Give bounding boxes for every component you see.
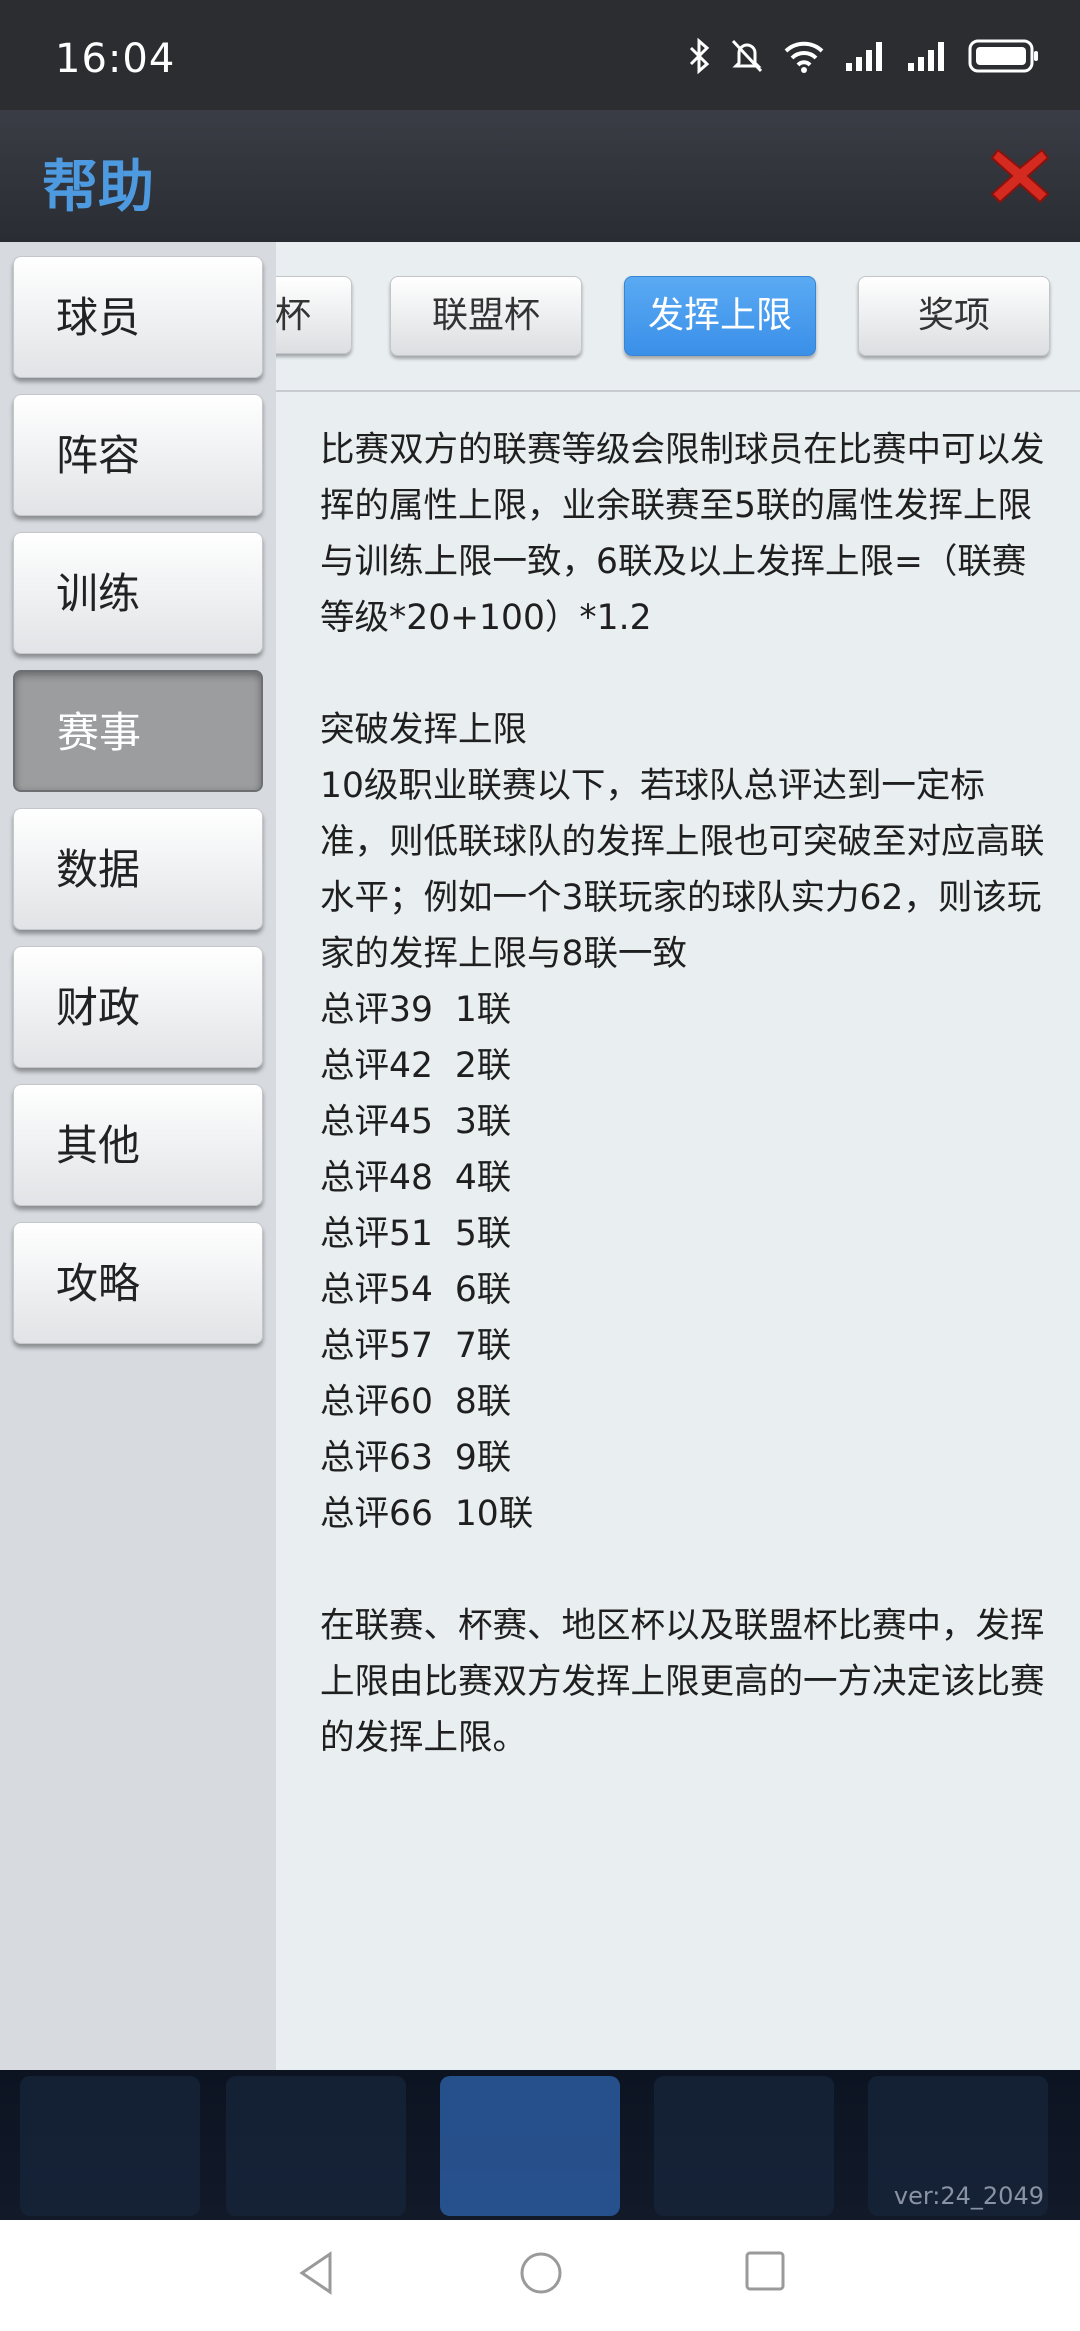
threshold-row: 总评60 8联 [320,1382,512,1422]
game-nav-slot[interactable] [226,2076,406,2216]
game-nav-slot[interactable] [20,2076,200,2216]
recents-icon [745,2251,785,2291]
tab-strip[interactable]: 杯 联盟杯 发挥上限 奖项 [276,242,1080,392]
status-icons [688,38,1040,74]
version-label: ver:24_2049 [893,2182,1044,2210]
game-nav-slot[interactable] [440,2076,620,2216]
status-bar: 16:04 [0,0,1080,110]
tab-league-cup[interactable]: 联盟杯 [390,276,582,356]
sidebar-item-training[interactable]: 训练 [13,532,263,654]
help-content: 比赛双方的联赛等级会限制球员在比赛中可以发挥的属性上限，业余联赛至5联的属性发挥… [320,422,1050,1766]
threshold-row: 总评66 10联 [320,1494,534,1534]
tab-awards[interactable]: 奖项 [858,276,1050,356]
help-panel: 球员 阵容 训练 赛事 数据 财政 其他 攻略 杯 联盟杯 发挥上限 奖项 比赛… [0,242,1080,2070]
system-nav-bar [0,2220,1080,2331]
section-text: 10级职业联赛以下，若球队总评达到一定标准，则低联球队的发挥上限也可突破至对应高… [320,766,1045,974]
section-title: 突破发挥上限 [320,710,527,750]
threshold-row: 总评54 6联 [320,1270,512,1310]
threshold-row: 总评45 3联 [320,1102,512,1142]
sidebar-item-guide[interactable]: 攻略 [13,1222,263,1344]
back-button[interactable] [296,2250,336,2300]
home-button[interactable] [518,2250,564,2300]
closing-text: 在联赛、杯赛、地区杯以及联盟杯比赛中，发挥上限由比赛双方发挥上限更高的一方决定该… [320,1606,1045,1758]
threshold-row: 总评51 5联 [320,1214,512,1254]
help-sidebar: 球员 阵容 训练 赛事 数据 财政 其他 攻略 [0,242,276,2070]
signal-icon [846,42,882,71]
sidebar-item-other[interactable]: 其他 [13,1084,263,1206]
signal-icon [908,42,944,71]
game-nav-slot[interactable] [654,2076,834,2216]
home-icon [520,2252,562,2294]
mute-icon [731,39,763,73]
back-icon [299,2251,332,2295]
status-time: 16:04 [55,36,176,82]
bluetooth-icon [689,38,710,74]
page-title: 帮助 [42,155,154,220]
close-icon [990,148,1050,204]
threshold-row: 总评42 2联 [320,1046,512,1086]
recents-button[interactable] [744,2250,786,2296]
battery-icon [968,39,1038,73]
title-bar: 帮助 [0,110,1080,242]
threshold-row: 总评57 7联 [320,1326,512,1366]
threshold-row: 总评48 4联 [320,1158,512,1198]
close-button[interactable] [988,144,1052,208]
tab-performance-cap[interactable]: 发挥上限 [624,276,816,356]
threshold-row: 总评63 9联 [320,1438,512,1478]
intro-text: 比赛双方的联赛等级会限制球员在比赛中可以发挥的属性上限，业余联赛至5联的属性发挥… [320,430,1045,638]
sidebar-item-players[interactable]: 球员 [13,256,263,378]
sidebar-item-finance[interactable]: 财政 [13,946,263,1068]
wifi-icon [784,41,824,73]
threshold-row: 总评39 1联 [320,990,512,1030]
game-bottom-bar: ver:24_2049 [0,2070,1080,2220]
sidebar-item-matches[interactable]: 赛事 [13,670,263,792]
sidebar-item-lineup[interactable]: 阵容 [13,394,263,516]
sidebar-item-data[interactable]: 数据 [13,808,263,930]
tab-cup[interactable]: 杯 [276,276,352,354]
